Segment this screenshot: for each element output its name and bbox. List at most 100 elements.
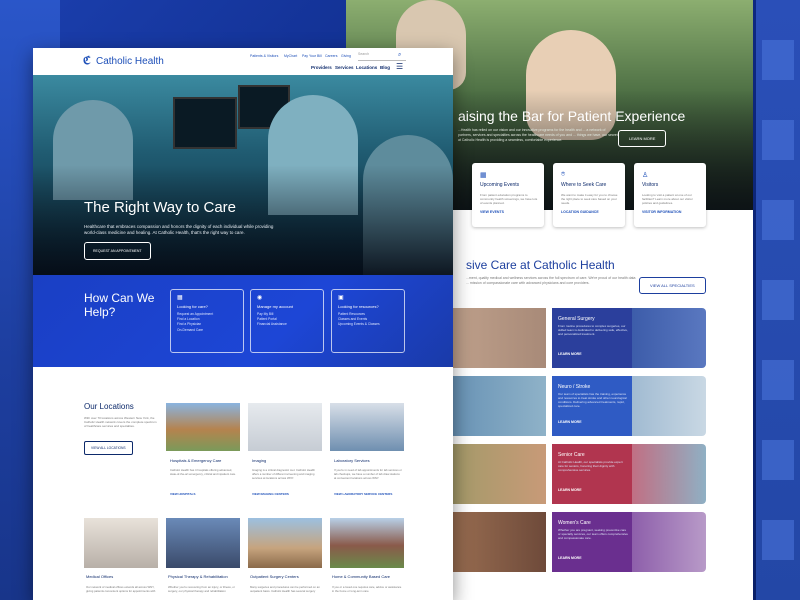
hero-title: aising the Bar for Patient Experience: [458, 108, 686, 124]
tile-desc: If you're in need of lab appointments fo…: [334, 468, 402, 480]
learn-more-link[interactable]: LEARN MORE: [558, 488, 582, 492]
hero-section: The Right Way to Care Healthcare that em…: [33, 75, 453, 275]
help-title: How Can We Help?: [84, 291, 155, 319]
help-card-care[interactable]: ▦ Looking for care? Request an Appointme…: [170, 289, 244, 353]
building-window: [762, 440, 794, 480]
tile-title: Medical Offices: [86, 574, 114, 579]
background-building-right: [756, 0, 800, 600]
imaging-photo: [248, 403, 322, 451]
location-tile-physical-therapy[interactable]: Physical Therapy & Rehabilitation Whethe…: [166, 518, 240, 598]
card-link[interactable]: LOCATION GUIDANCE: [561, 210, 599, 214]
help-card-resources[interactable]: ▣ Looking for resources? Patient Resourc…: [331, 289, 405, 353]
location-tile-laboratory[interactable]: Laboratory Services If you're in need of…: [330, 403, 404, 507]
user-circle-icon: ◉: [257, 295, 263, 301]
map-pin-icon: ⌾: [561, 171, 566, 178]
locations-title: Our Locations: [84, 402, 134, 411]
section-text: ...ment, quality medical and wellness se…: [466, 276, 636, 285]
service-photo: [626, 308, 706, 368]
request-appointment-button[interactable]: REQUEST AN APPOINTMENT: [84, 242, 151, 260]
menu-icon[interactable]: ☰: [396, 62, 403, 71]
hospital-photo: [166, 403, 240, 451]
help-card-title: Manage my account: [257, 304, 294, 309]
utility-link[interactable]: Patients & Visitors: [250, 54, 278, 58]
info-card[interactable]: ▦ Upcoming Events From patient education…: [472, 163, 544, 227]
section-title: sive Care at Catholic Health: [466, 258, 615, 272]
service-panel: Women's Care Whether you are pregnant, s…: [552, 512, 632, 572]
location-tile-hospitals[interactable]: Hospitals & Emergency Care Catholic Heal…: [166, 403, 240, 507]
learn-more-link[interactable]: LEARN MORE: [558, 556, 582, 560]
learn-more-button[interactable]: LEARN MORE: [618, 130, 667, 147]
tile-desc: Catholic Health has 4 hospitals offering…: [170, 468, 237, 476]
tile-link[interactable]: VIEW HOSPITALS: [170, 492, 240, 496]
help-card-title: Looking for care?: [177, 304, 208, 309]
service-title: General Surgery: [558, 316, 595, 322]
help-card-account[interactable]: ◉ Manage my account Pay My Bill Patient …: [250, 289, 324, 353]
info-card[interactable]: ♙ Visitors Looking to visit a patient at…: [634, 163, 706, 227]
service-title: Neuro / Stroke: [558, 384, 591, 390]
learn-more-link[interactable]: LEARN MORE: [558, 420, 582, 424]
service-desc: From routine procedures to complex surge…: [558, 324, 628, 336]
building-window: [762, 280, 794, 320]
help-link[interactable]: On-Demand Care: [177, 328, 213, 333]
how-can-we-help-section: How Can We Help? ▦ Looking for care? Req…: [33, 275, 453, 367]
main-nav-item[interactable]: Locations: [356, 65, 377, 70]
building-window: [762, 360, 794, 400]
utility-link[interactable]: MyChart: [284, 54, 297, 58]
tile-title: Hospitals & Emergency Care: [170, 458, 222, 463]
tile-desc: Whether you're recovering from an injury…: [168, 585, 235, 593]
building-window: [762, 40, 794, 80]
tile-title: Home & Community Based Care: [332, 574, 391, 579]
utility-link[interactable]: Giving: [341, 54, 351, 58]
main-nav-item[interactable]: Services: [335, 65, 354, 70]
book-icon: ▣: [338, 295, 344, 301]
hero-text: Healthcare that embraces compassion and …: [84, 224, 274, 235]
brand-name[interactable]: Catholic Health: [96, 56, 164, 67]
main-nav-item[interactable]: Blog: [380, 65, 390, 70]
building-window: [762, 520, 794, 560]
card-desc: From patient education programs to commu…: [480, 193, 538, 205]
help-link[interactable]: Upcoming Events & Classes: [338, 322, 380, 327]
utility-link[interactable]: Pay Your Bill: [302, 54, 322, 58]
surgical-monitor: [173, 97, 237, 149]
search-icon[interactable]: ⌕: [398, 52, 401, 59]
utility-link[interactable]: Careers: [325, 54, 337, 58]
card-link[interactable]: VIEW EVENTS: [480, 210, 504, 214]
community-care-photo: [330, 518, 404, 568]
cross-logo-icon: ℭ: [83, 55, 91, 67]
tile-title: Laboratory Services: [334, 458, 370, 463]
help-link[interactable]: Financial Assistance: [257, 322, 287, 327]
service-photo: [626, 376, 706, 436]
learn-more-link[interactable]: LEARN MORE: [558, 352, 582, 356]
service-photo: [626, 512, 706, 572]
location-tile-outpatient-surgery[interactable]: Outpatient Surgery Centers Many surgerie…: [248, 518, 322, 598]
card-link[interactable]: VISITOR INFORMATION: [642, 210, 681, 214]
service-panel: Neuro / Stroke Our team of specialists h…: [552, 376, 632, 436]
medical-office-photo: [84, 518, 158, 568]
person-icon: ♙: [642, 172, 649, 179]
card-title: Upcoming Events: [480, 182, 520, 188]
building-window: [762, 120, 794, 160]
homepage-preview: ℭ Catholic Health Patients & Visitors My…: [33, 48, 453, 600]
service-desc: At Catholic Health, our specialists prov…: [558, 460, 623, 472]
tile-desc: Many surgeries and procedures can be per…: [250, 585, 320, 593]
card-desc: We want to make it easy for you to choos…: [561, 193, 618, 205]
card-title: Visitors: [642, 182, 659, 188]
tile-title: Imaging: [252, 458, 267, 463]
tile-link[interactable]: VIEW LABORATORY SERVICE CENTERS: [334, 492, 404, 496]
location-tile-home-community[interactable]: Home & Community Based Care If you or a …: [330, 518, 404, 598]
location-tile-imaging[interactable]: Imaging Imaging is a critical diagnostic…: [248, 403, 322, 507]
view-all-specialties-button[interactable]: VIEW ALL SPECIALTIES: [639, 277, 706, 294]
main-nav-item[interactable]: Providers: [311, 65, 332, 70]
tile-title: Outpatient Surgery Centers: [250, 574, 299, 579]
view-all-locations-button[interactable]: VIEW ALL LOCATIONS: [84, 441, 133, 455]
building-window: [762, 200, 794, 240]
location-tile-medical-offices[interactable]: Medical Offices Our network of medical o…: [84, 518, 158, 598]
tile-desc: Imaging is a critical diagnostic tool. C…: [252, 468, 315, 480]
tile-link[interactable]: VIEW IMAGING CENTERS: [252, 492, 322, 496]
info-card[interactable]: ⌾ Where to Seek Care We want to make it …: [553, 163, 625, 227]
service-panel: General Surgery From routine procedures …: [552, 308, 632, 368]
tile-title: Physical Therapy & Rehabilitation: [168, 574, 228, 579]
tile-desc: If you or a loved one requires care, adv…: [332, 585, 402, 593]
service-desc: Whether you are pregnant, seeking preven…: [558, 528, 628, 540]
service-title: Senior Care: [558, 452, 585, 458]
